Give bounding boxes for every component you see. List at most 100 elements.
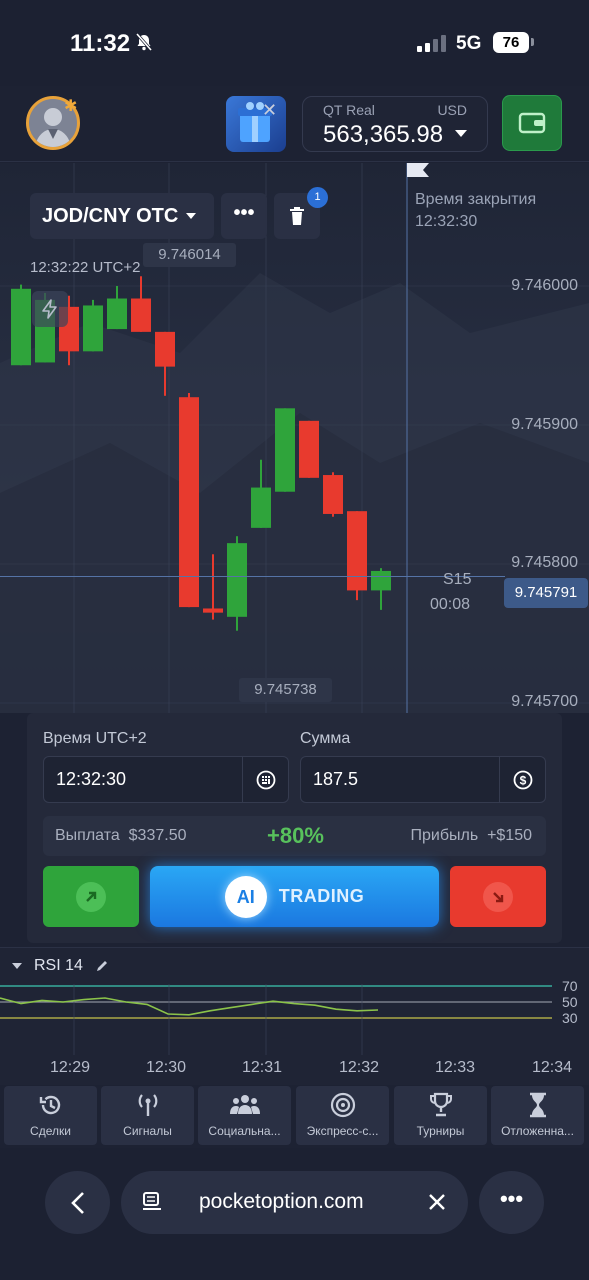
status-time: 11:32 bbox=[70, 30, 131, 57]
drawings-count-badge: 1 bbox=[307, 187, 328, 208]
wallet-button[interactable] bbox=[502, 95, 562, 151]
url-text: pocketoption.com bbox=[199, 1190, 364, 1213]
signal-icon bbox=[417, 34, 446, 52]
expiry-label: Время закрытия bbox=[415, 191, 537, 208]
nav-social[interactable]: Социальна... bbox=[198, 1086, 291, 1145]
calculator-icon[interactable] bbox=[242, 757, 288, 802]
candlestick-chart[interactable] bbox=[0, 163, 589, 713]
nav-label: Экспресс-с... bbox=[306, 1124, 379, 1138]
chart-time: 12:32:22 UTC+2 bbox=[30, 259, 141, 276]
ai-trading-button[interactable]: AI TRADING bbox=[150, 866, 439, 927]
arrow-up-right-icon bbox=[76, 881, 106, 912]
address-bar[interactable]: pocketoption.com bbox=[121, 1171, 468, 1234]
back-button[interactable] bbox=[45, 1171, 110, 1234]
payout-percent: +80% bbox=[267, 823, 324, 848]
app-header: ✱ ✕ QT Real USD 563,365.98 bbox=[0, 86, 589, 162]
candle-body bbox=[371, 570, 391, 591]
sell-down-button[interactable] bbox=[450, 866, 546, 927]
time-axis-label: 12:34 bbox=[532, 1059, 573, 1076]
payout-bar: Выплата $337.50 +80% Прибыль +$150 bbox=[43, 816, 546, 856]
rsi-label: RSI 14 bbox=[34, 957, 83, 974]
star-icon: ✱ bbox=[64, 98, 78, 115]
price-axis-label: 9.745700 bbox=[511, 693, 578, 710]
time-axis-label: 12:31 bbox=[242, 1059, 283, 1076]
rsi-level-70: 70 bbox=[562, 978, 578, 994]
candle-body bbox=[323, 475, 343, 514]
signal-icon bbox=[101, 1092, 194, 1118]
pencil-icon[interactable] bbox=[95, 959, 109, 973]
nav-tournaments[interactable]: Турниры bbox=[394, 1086, 487, 1145]
target-icon bbox=[296, 1092, 389, 1118]
time-value: 12:32:30 bbox=[56, 769, 127, 789]
high-price-tag: 9.746014 bbox=[143, 243, 236, 267]
rsi-level-30: 30 bbox=[562, 1010, 578, 1026]
price-axis-label: 9.745900 bbox=[511, 416, 578, 433]
candle-body bbox=[131, 298, 151, 332]
wallet-icon bbox=[518, 112, 546, 134]
price-axis-label: 9.745800 bbox=[511, 554, 578, 571]
time-axis-label: 12:32 bbox=[339, 1059, 380, 1076]
battery-icon: 76 bbox=[493, 32, 529, 53]
chevron-down-icon bbox=[455, 130, 467, 137]
candle-body bbox=[299, 420, 319, 478]
payout-label: Выплата bbox=[55, 827, 120, 844]
bottom-nav: Сделки Сигналы Социальна... Экспресс-с..… bbox=[0, 1085, 589, 1148]
candle-body bbox=[179, 397, 199, 608]
dollar-icon[interactable]: $ bbox=[499, 757, 545, 802]
candle-body bbox=[227, 543, 247, 617]
timeframe-label: S15 bbox=[443, 571, 472, 588]
hourglass-icon bbox=[491, 1092, 584, 1118]
candle-body bbox=[275, 408, 295, 492]
candle-countdown: 00:08 bbox=[430, 596, 471, 613]
finish-flag-icon bbox=[407, 163, 429, 177]
time-axis: 12:29 12:30 12:31 12:32 12:33 12:34 bbox=[0, 1055, 589, 1085]
page-menu-icon[interactable] bbox=[141, 1191, 163, 1213]
nav-signals[interactable]: Сигналы bbox=[101, 1086, 194, 1145]
trophy-icon bbox=[394, 1092, 487, 1118]
close-icon[interactable] bbox=[427, 1192, 447, 1212]
status-bar: 11:32 5G 76 bbox=[0, 0, 589, 86]
close-promo-icon[interactable]: ✕ bbox=[262, 100, 277, 121]
battery-tip bbox=[531, 38, 534, 46]
expiry-time: 12:32:30 bbox=[415, 213, 478, 230]
ai-trading-label: TRADING bbox=[278, 886, 365, 906]
time-field[interactable]: 12:32:30 bbox=[43, 756, 289, 803]
arrow-down-right-icon bbox=[483, 881, 513, 912]
low-price-tag: 9.745738 bbox=[239, 678, 332, 702]
asset-selector[interactable]: JOD/CNY OTC bbox=[30, 193, 214, 239]
collapse-caret-icon[interactable] bbox=[12, 963, 22, 969]
profit-label: Прибыль bbox=[410, 827, 479, 844]
nav-label: Сделки bbox=[30, 1124, 71, 1138]
nav-express[interactable]: Экспресс-с... bbox=[296, 1086, 389, 1145]
amount-field[interactable]: 187.5 $ bbox=[300, 756, 546, 803]
nav-label: Турниры bbox=[416, 1124, 465, 1138]
nav-trades[interactable]: Сделки bbox=[4, 1086, 97, 1145]
candle-body bbox=[83, 305, 103, 352]
price-chart[interactable]: JOD/CNY OTC ••• 1 9.746014 12:32:22 UTC+… bbox=[0, 163, 589, 713]
candle-body bbox=[11, 288, 31, 366]
social-icon bbox=[198, 1092, 291, 1118]
nav-label: Отложенна... bbox=[501, 1124, 574, 1138]
account-type: QT Real bbox=[323, 102, 375, 118]
time-axis-label: 12:33 bbox=[435, 1059, 476, 1076]
rsi-line bbox=[0, 997, 379, 1016]
rsi-panel[interactable]: RSI 14 70 50 30 bbox=[0, 947, 589, 1056]
browser-toolbar: pocketoption.com ••• bbox=[0, 1148, 589, 1280]
more-options-button[interactable]: ••• bbox=[221, 193, 267, 239]
network-type: 5G bbox=[456, 33, 482, 54]
more-menu-button[interactable]: ••• bbox=[479, 1171, 544, 1234]
ai-badge: AI bbox=[224, 875, 267, 918]
trash-icon bbox=[290, 207, 304, 225]
rsi-level-50: 50 bbox=[562, 994, 578, 1010]
svg-text:$: $ bbox=[519, 773, 526, 787]
amount-value: 187.5 bbox=[313, 769, 359, 789]
quick-trade-button[interactable] bbox=[32, 291, 68, 327]
balance-value: 563,365.98 bbox=[323, 121, 444, 148]
nav-pending[interactable]: Отложенна... bbox=[491, 1086, 584, 1145]
time-label: Время UTC+2 bbox=[43, 730, 147, 747]
buy-up-button[interactable] bbox=[43, 866, 139, 927]
nav-label: Сигналы bbox=[123, 1124, 172, 1138]
price-axis-label: 9.746000 bbox=[511, 277, 578, 294]
balance-selector[interactable]: QT Real USD 563,365.98 bbox=[302, 96, 488, 152]
profit-value: +$150 bbox=[487, 827, 532, 844]
